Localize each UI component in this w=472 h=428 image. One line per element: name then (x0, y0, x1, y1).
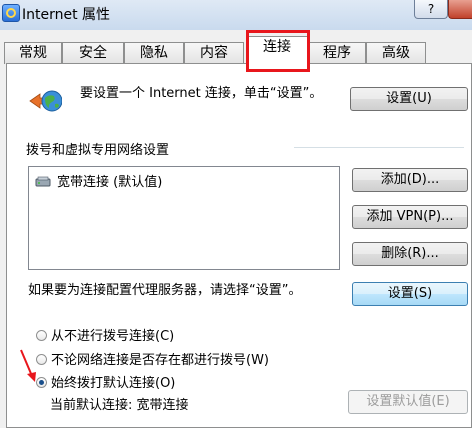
setup-description: 要设置一个 Internet 连接，单击“设置”。 (80, 86, 323, 101)
radio-never-dial[interactable]: 从不进行拨号连接(C) (36, 325, 174, 344)
proxy-description: 如果要为连接配置代理服务器，请选择“设置”。 (28, 283, 302, 298)
tab-general[interactable]: 常规 (4, 42, 62, 64)
tab-security[interactable]: 安全 (62, 42, 124, 64)
red-arrow-annotation (20, 349, 36, 382)
connection-list[interactable]: 宽带连接 (默认值) (28, 166, 340, 270)
radio-indicator[interactable] (36, 330, 47, 341)
list-item[interactable]: 宽带连接 (默认值) (35, 171, 162, 190)
internet-options-icon (2, 4, 20, 22)
set-default-button[interactable]: 设置默认值(E) (348, 390, 468, 414)
close-button[interactable] (448, 0, 472, 19)
radio-label: 不论网络连接是否存在都进行拨号(W) (51, 353, 269, 368)
help-button[interactable]: ? (414, 0, 448, 19)
title-bar: Internet 属性 ? (0, 0, 472, 30)
radio-label: 始终拨打默认连接(O) (51, 376, 176, 391)
proxy-settings-button[interactable]: 设置(S) (352, 282, 468, 306)
red-highlight-box (246, 30, 310, 72)
broadband-icon (35, 176, 51, 187)
current-default-connection: 当前默认连接: 宽带连接 (50, 398, 189, 413)
tab-advanced[interactable]: 高级 (366, 42, 426, 64)
tab-content[interactable]: 内容 (184, 42, 244, 64)
setup-button[interactable]: 设置(U) (350, 87, 468, 111)
section-divider (294, 147, 464, 148)
radio-label: 从不进行拨号连接(C) (51, 329, 175, 344)
list-item-label: 宽带连接 (默认值) (57, 175, 163, 190)
tab-privacy[interactable]: 隐私 (124, 42, 184, 64)
globe-icon (29, 90, 62, 112)
tab-programs[interactable]: 程序 (308, 42, 366, 64)
add-button[interactable]: 添加(D)... (352, 168, 468, 192)
radio-dial-when-no-network[interactable]: 不论网络连接是否存在都进行拨号(W) (36, 349, 269, 368)
add-vpn-button[interactable]: 添加 VPN(P)... (352, 205, 468, 229)
window-title: Internet 属性 (22, 7, 111, 23)
remove-button[interactable]: 删除(R)... (352, 242, 468, 266)
tab-strip: 常规 安全 隐私 内容 连接 程序 高级 (0, 36, 472, 64)
radio-always-dial-default[interactable]: 始终拨打默认连接(O) (36, 372, 175, 391)
dialup-section-label: 拨号和虚拟专用网络设置 (26, 143, 170, 158)
